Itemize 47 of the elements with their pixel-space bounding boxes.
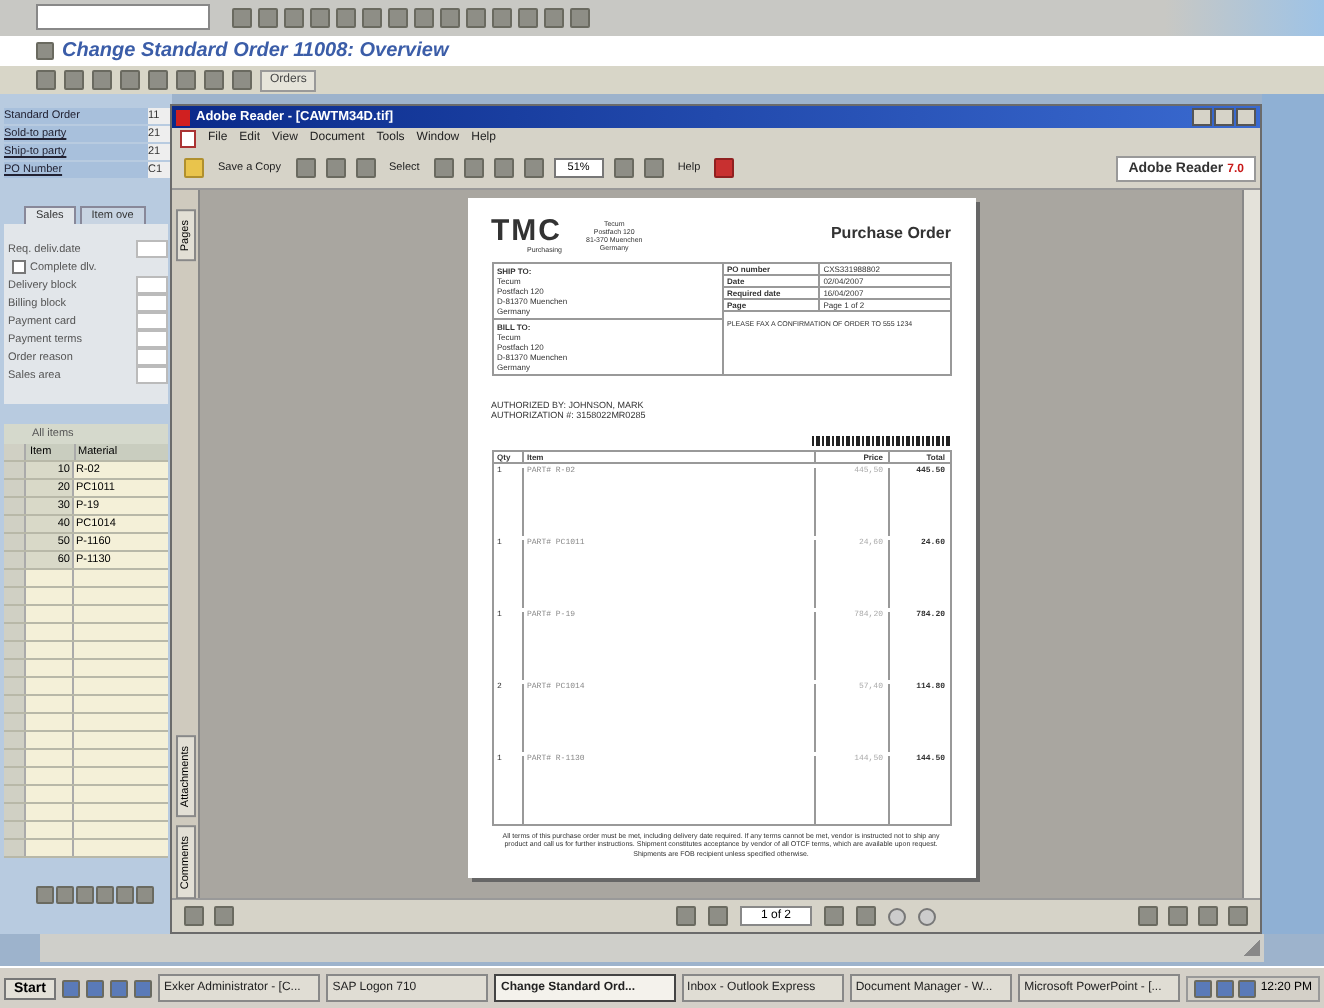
select-all-cell[interactable]	[4, 444, 26, 461]
company-logo: TMC	[491, 218, 562, 247]
toolbar-icon[interactable]	[492, 7, 512, 28]
close-icon[interactable]	[1236, 108, 1256, 127]
input-field[interactable]	[136, 330, 168, 349]
toolbar-icon[interactable]	[714, 158, 735, 179]
toolbar-icon[interactable]	[355, 158, 375, 179]
toolbar-icon[interactable]	[463, 158, 484, 179]
input-field[interactable]	[136, 276, 168, 295]
toolbar-icon[interactable]	[336, 7, 356, 28]
toolbar-icon[interactable]	[325, 158, 345, 179]
forward-icon[interactable]	[917, 907, 935, 926]
scrollbar[interactable]	[1242, 190, 1260, 899]
input-field[interactable]	[136, 348, 168, 367]
toolbar-icon[interactable]	[388, 7, 408, 28]
input-field[interactable]	[136, 240, 168, 259]
toolbar-icon[interactable]	[493, 158, 514, 179]
toolbar-icon[interactable]	[518, 7, 538, 28]
toolbar-icon[interactable]	[232, 7, 252, 28]
toolbar-icon[interactable]	[643, 158, 664, 179]
maximize-icon[interactable]	[1214, 108, 1234, 127]
app-icon	[176, 109, 190, 126]
toolbar-icon[interactable]	[258, 7, 278, 28]
document-title: Purchase Order	[830, 224, 951, 243]
input-field[interactable]	[136, 294, 168, 313]
toolbar-icon[interactable]	[284, 7, 304, 28]
input-field[interactable]	[136, 366, 168, 385]
toolbar-icon[interactable]	[544, 7, 564, 28]
toolbar-icon[interactable]	[613, 158, 634, 179]
minimize-icon[interactable]	[1192, 108, 1212, 127]
toolbar-icon[interactable]	[362, 7, 382, 28]
toolbar-icon[interactable]	[523, 158, 544, 179]
toolbar-icon[interactable]	[295, 158, 315, 179]
toolbar-icon[interactable]	[440, 7, 460, 28]
back-icon[interactable]	[887, 907, 905, 926]
command-field[interactable]	[36, 4, 210, 31]
barcode-icon	[811, 436, 951, 446]
toolbar-icon[interactable]	[414, 7, 434, 28]
document-icon	[180, 129, 196, 148]
toolbar-icon[interactable]	[570, 7, 590, 28]
window-title: Change Standard Order 11008: Overview	[62, 39, 449, 62]
toolbar-icon[interactable]	[310, 7, 330, 28]
toolbar-icon[interactable]	[433, 158, 454, 179]
resize-grip-icon	[1244, 940, 1260, 957]
input-field[interactable]	[136, 312, 168, 331]
toolbar-icon[interactable]	[466, 7, 486, 28]
checkbox[interactable]	[12, 260, 26, 275]
